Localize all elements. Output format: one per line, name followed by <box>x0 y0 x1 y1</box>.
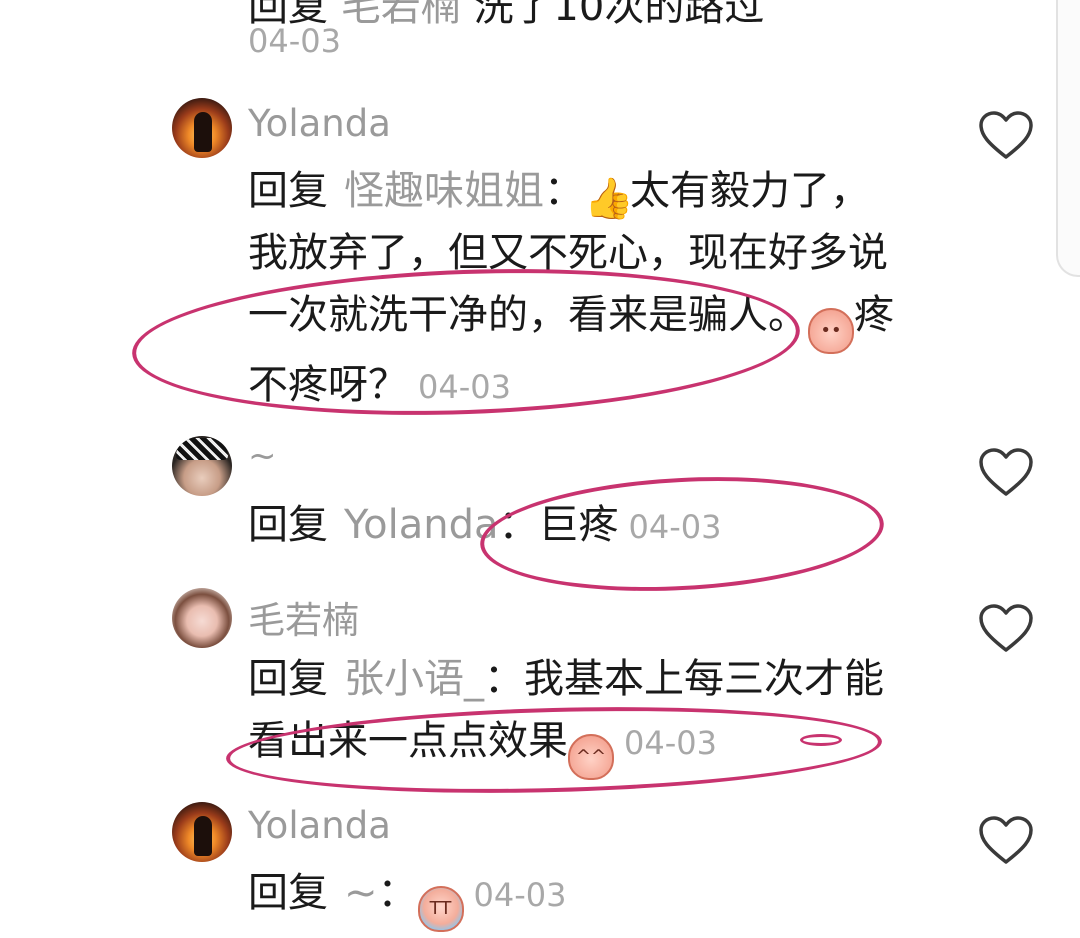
comment-body: 回复 怪趣味姐姐：👍太有毅力了，我放弃了，但又不死心，现在好多说一次就洗干净的，看… <box>248 160 898 418</box>
peach-face-icon: •• <box>808 308 854 354</box>
like-heart-icon[interactable] <box>978 447 1034 499</box>
comment-date: 04-03 <box>624 724 717 762</box>
commenter-name[interactable]: ~ <box>248 436 277 476</box>
like-heart-icon[interactable] <box>978 815 1034 867</box>
reply-word: 回复 <box>248 870 328 916</box>
like-heart-icon[interactable] <box>978 110 1034 162</box>
colon: ： <box>544 168 584 214</box>
comment-date: 04-03 <box>248 22 341 60</box>
laughing-peach-icon: ^^ <box>568 734 614 780</box>
avatar[interactable] <box>172 436 232 496</box>
comment-text: 洗了10次的路过 <box>473 0 765 30</box>
avatar[interactable] <box>172 802 232 862</box>
like-heart-icon[interactable] <box>978 603 1034 655</box>
colon: ： <box>377 870 418 916</box>
avatar[interactable] <box>172 98 232 158</box>
comment-date: 04-03 <box>473 876 567 914</box>
colon: ： <box>498 502 539 548</box>
comment-date: 04-03 <box>418 368 511 406</box>
comment-body: 回复 Yolanda：巨疼 04-03 <box>248 494 898 558</box>
colon: ： <box>484 656 524 702</box>
scroll-indicator[interactable] <box>1056 0 1080 277</box>
reply-target[interactable]: 张小语_ <box>344 656 484 702</box>
comment-body: 回复 ~： TT 04-03 <box>248 862 898 932</box>
comment-date: 04-03 <box>628 508 722 546</box>
thumbs-up-icon: 👍 <box>584 176 634 222</box>
reply-target[interactable]: Yolanda <box>344 502 498 548</box>
reply-word: 回复 <box>248 656 328 702</box>
reply-target[interactable]: ~ <box>344 870 378 916</box>
avatar[interactable] <box>172 588 232 648</box>
reply-word: 回复 <box>248 168 328 214</box>
reply-target[interactable]: 怪趣味姐姐 <box>344 168 544 214</box>
commenter-name[interactable]: Yolanda <box>248 804 391 847</box>
reply-word: 回复 <box>248 502 328 548</box>
comment-text: 巨疼 <box>538 502 619 548</box>
crying-peach-icon: TT <box>417 886 464 932</box>
commenter-name[interactable]: Yolanda <box>248 102 391 145</box>
commenter-name[interactable]: 毛若楠 <box>248 590 359 644</box>
comment-body: 回复 张小语_：我基本上每三次才能看出来一点点效果 ^^ 04-03 <box>248 648 898 780</box>
reply-target[interactable]: 毛若楠 <box>341 0 461 30</box>
